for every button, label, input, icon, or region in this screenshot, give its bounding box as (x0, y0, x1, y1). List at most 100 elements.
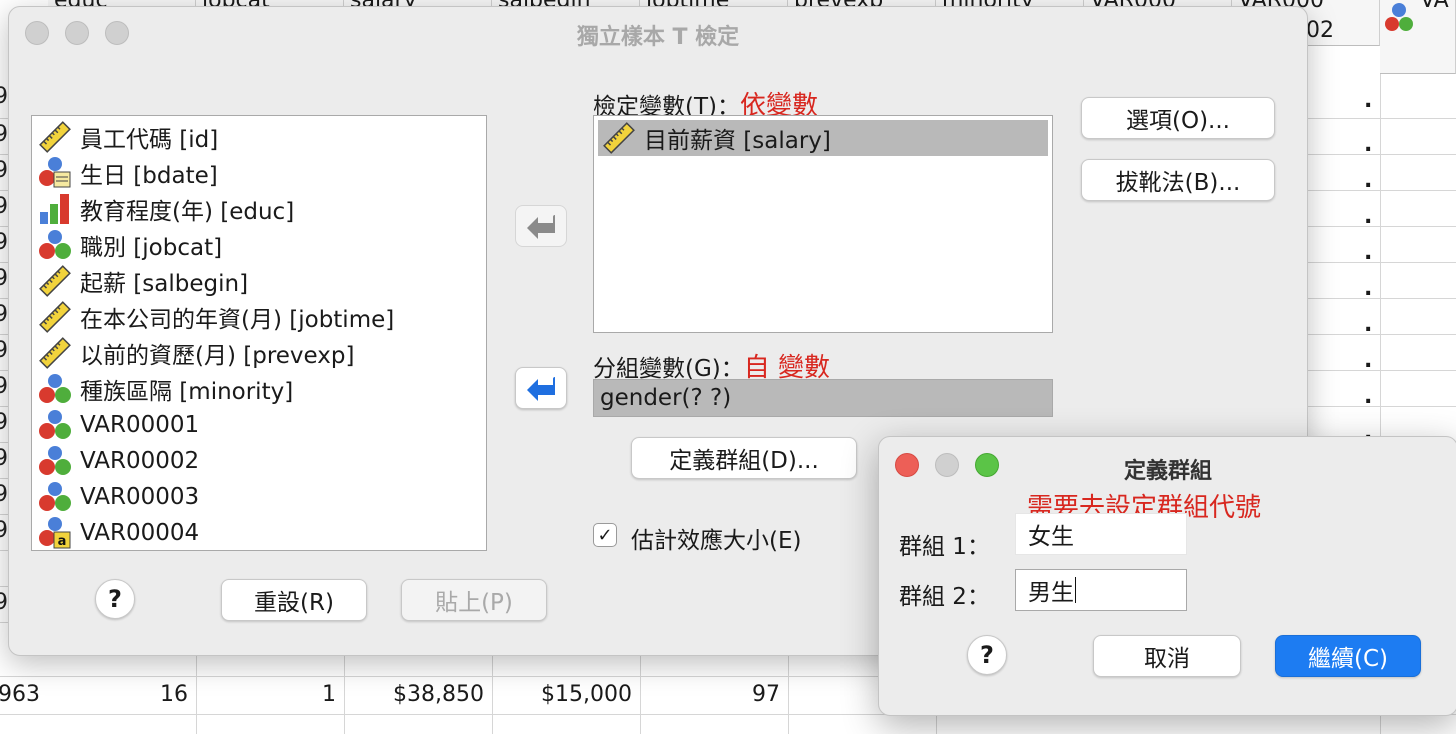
variable-label: 生日 [bdate] (80, 163, 218, 189)
grouping-variable-field[interactable]: gender(? ?) (593, 379, 1053, 417)
variable-label: 以前的資歷(月) [prevexp] (80, 343, 355, 369)
ruler-scale-icon (39, 337, 71, 369)
arrow-left-icon (527, 215, 555, 239)
nominal-icon (39, 374, 71, 403)
cell-fragment: 9 (0, 518, 8, 543)
variable-label: 起薪 [salbegin] (80, 271, 249, 297)
cell-fragment: 9 (0, 590, 8, 615)
cell-fragment: 9 (0, 84, 8, 109)
cell-fragment: 9 (0, 482, 8, 507)
missing-value-cell[interactable]: . (1364, 348, 1372, 373)
nominal-icon (1385, 3, 1413, 31)
title-bar[interactable]: 獨立樣本 T 檢定 (9, 7, 1307, 61)
ruler-scale-icon (39, 121, 71, 153)
ruler-scale-icon (39, 301, 71, 333)
missing-value-cell[interactable]: . (1364, 88, 1372, 113)
move-to-grouping-variable-button[interactable] (515, 367, 567, 409)
variable-item-prevexp[interactable]: 以前的資歷(月) [prevexp] (38, 336, 354, 370)
move-to-test-variables-button[interactable] (515, 205, 567, 247)
define-groups-dialog: 定義群組 需要去設定群組代號 群組 1： 女生 群組 2： 男生 ? 取消 繼續… (878, 436, 1456, 716)
cell-jobcat[interactable]: 1 (196, 682, 336, 707)
variable-item-var00001[interactable]: VAR00001 (38, 408, 199, 442)
variable-item-var00004[interactable]: a VAR00004 (38, 516, 199, 550)
variable-item-minority[interactable]: 種族區隔 [minority] (38, 372, 293, 406)
missing-value-cell[interactable]: . (1364, 384, 1372, 409)
test-variable-item-salary[interactable]: 目前薪資 [salary] (598, 120, 1048, 156)
cell-salbegin[interactable]: $15,000 (492, 682, 632, 707)
define-groups-button[interactable]: 定義群組(D)... (631, 437, 857, 479)
variable-item-bdate[interactable]: 生日 [bdate] (38, 156, 218, 190)
cancel-button[interactable]: 取消 (1093, 635, 1241, 677)
paste-button[interactable]: 貼上(P) (401, 579, 547, 621)
nominal-icon (39, 230, 71, 259)
variable-item-educ[interactable]: 教育程度(年) [educ] (38, 192, 294, 226)
missing-value-cell[interactable]: . (1364, 168, 1372, 193)
column-header-label: VA (1420, 0, 1449, 13)
grouping-variable-value: gender(? ?) (600, 385, 732, 411)
text-cursor (1075, 577, 1076, 603)
ruler-scale-icon (39, 265, 71, 297)
variable-label: VAR00004 (80, 520, 200, 546)
reset-button[interactable]: 重設(R) (221, 579, 367, 621)
cell-fragment: 9 (0, 266, 8, 291)
help-icon: ? (980, 641, 994, 669)
variable-label: 職別 [jobcat] (80, 235, 223, 261)
missing-value-cell[interactable]: . (1364, 132, 1372, 157)
bootstrap-button[interactable]: 拔靴法(B)... (1081, 159, 1275, 201)
help-button[interactable]: ? (95, 579, 135, 619)
group2-input[interactable]: 男生 (1015, 569, 1187, 611)
source-variable-list[interactable]: 員工代碼 [id] 生日 [bdate] 教育程度(年) [educ] 職別 [… (31, 115, 487, 551)
nominal-string-icon: a (39, 517, 71, 549)
missing-value-cell[interactable]: . (1364, 312, 1372, 337)
variable-label: 員工代碼 [id] (80, 127, 219, 153)
nominal-icon (39, 482, 71, 511)
cell-fragment: 9 (0, 374, 8, 399)
effect-size-label[interactable]: 估計效應大小(E) (631, 521, 801, 555)
cell-salary[interactable]: $38,850 (344, 682, 484, 707)
cell-fragment: 9 (0, 158, 8, 183)
variable-item-jobcat[interactable]: 職別 [jobcat] (38, 228, 222, 262)
variable-item-var00003[interactable]: VAR00003 (38, 480, 199, 514)
column-header-sublabel: 02 (1306, 18, 1334, 43)
ruler-scale-icon (603, 122, 635, 154)
cell-jobtime[interactable]: 97 (640, 682, 780, 707)
arrow-left-icon (527, 377, 555, 401)
help-button[interactable]: ? (967, 635, 1007, 675)
variable-label: VAR00002 (80, 448, 200, 474)
group1-label: 群組 1： (899, 534, 990, 560)
help-icon: ? (108, 585, 122, 613)
test-variables-list[interactable]: 目前薪資 [salary] (593, 115, 1053, 333)
variable-item-var00002[interactable]: VAR00002 (38, 444, 199, 478)
variable-item-salbegin[interactable]: 起薪 [salbegin] (38, 264, 248, 298)
svg-text:a: a (58, 534, 67, 549)
cell-educ[interactable]: 16 (48, 682, 188, 707)
variable-label: VAR00001 (80, 412, 200, 438)
dialog-title: 獨立樣本 T 檢定 (576, 25, 740, 50)
variable-label: VAR00003 (80, 484, 200, 510)
checkmark-icon: ✓ (597, 524, 613, 546)
variable-label: 種族區隔 [minority] (80, 379, 294, 405)
nominal-date-icon (39, 157, 71, 188)
effect-size-checkbox[interactable]: ✓ (593, 523, 617, 547)
missing-value-cell[interactable]: . (1364, 204, 1372, 229)
cell-fragment: 9 (0, 302, 8, 327)
options-button[interactable]: 選項(O)... (1081, 97, 1275, 139)
column-header-va[interactable]: VA (1380, 0, 1456, 74)
cell-fragment: 9 (0, 230, 8, 255)
variable-label: 目前薪資 [salary] (644, 128, 831, 154)
variable-label: 教育程度(年) [educ] (80, 199, 295, 225)
continue-button[interactable]: 繼續(C) (1275, 635, 1421, 677)
variable-item-id[interactable]: 員工代碼 [id] (38, 120, 218, 154)
group1-input[interactable]: 女生 (1015, 513, 1187, 555)
variable-item-jobtime[interactable]: 在本公司的年資(月) [jobtime] (38, 300, 394, 334)
cell-fragment: 9 (0, 122, 8, 147)
dialog-title: 定義群組 (1123, 459, 1212, 484)
cell-fragment: 9 (0, 410, 8, 435)
variable-label: 在本公司的年資(月) [jobtime] (80, 307, 395, 333)
group2-label: 群組 2： (899, 584, 990, 610)
missing-value-cell[interactable]: . (1364, 276, 1372, 301)
missing-value-cell[interactable]: . (1364, 240, 1372, 265)
cell-fragment: 9 (0, 338, 8, 363)
ordinal-bars-icon (40, 194, 69, 224)
cell-id[interactable]: 963 (0, 682, 40, 707)
